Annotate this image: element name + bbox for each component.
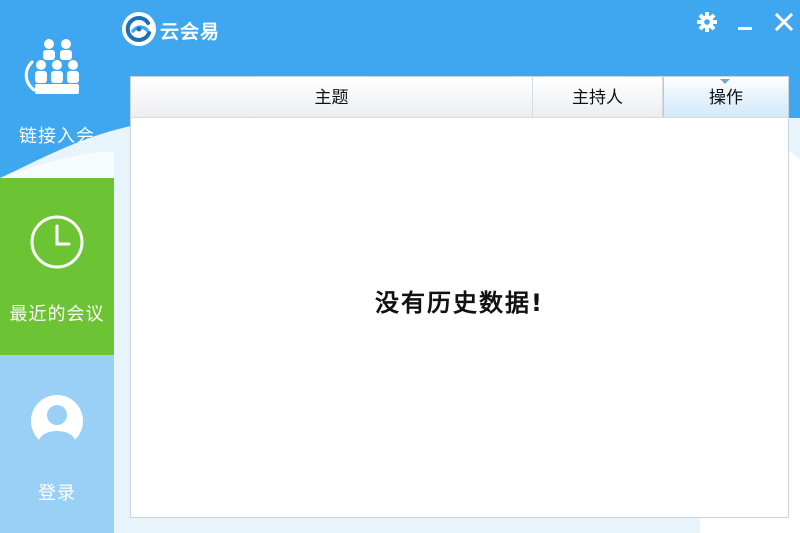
sidebar-item-join-meeting[interactable]: 链接入会	[0, 0, 114, 178]
user-avatar-icon	[29, 393, 85, 453]
title-bar[interactable]: 云会易	[0, 0, 800, 60]
sidebar: 链接入会 最近的会议 登录	[0, 0, 114, 533]
settings-button[interactable]	[693, 8, 721, 36]
column-header-action[interactable]: 操作	[663, 77, 788, 117]
sidebar-item-label: 链接入会	[19, 126, 95, 147]
people-group-icon	[22, 36, 92, 102]
gear-icon	[697, 12, 717, 32]
sidebar-item-recent-meetings[interactable]: 最近的会议	[0, 178, 114, 355]
column-header-action-label: 操作	[709, 88, 743, 108]
column-header-host[interactable]: 主持人	[533, 77, 663, 117]
close-button[interactable]	[770, 8, 798, 36]
sidebar-item-label: 最近的会议	[9, 304, 105, 325]
table-header: 主题 主持人 操作	[131, 77, 788, 118]
sort-arrow-icon	[720, 79, 730, 84]
empty-state-message: 没有历史数据!	[375, 289, 544, 317]
app-title: 云会易	[160, 21, 221, 43]
sidebar-item-label: 登录	[38, 483, 76, 504]
app-logo-icon	[122, 12, 156, 46]
clock-icon	[29, 214, 85, 274]
close-icon	[774, 12, 794, 32]
sidebar-item-login[interactable]: 登录	[0, 355, 114, 533]
minimize-icon	[738, 27, 752, 30]
column-header-topic[interactable]: 主题	[131, 77, 533, 117]
meeting-history-panel: 主题 主持人 操作 没有历史数据!	[130, 76, 789, 518]
minimize-button[interactable]	[731, 8, 759, 36]
